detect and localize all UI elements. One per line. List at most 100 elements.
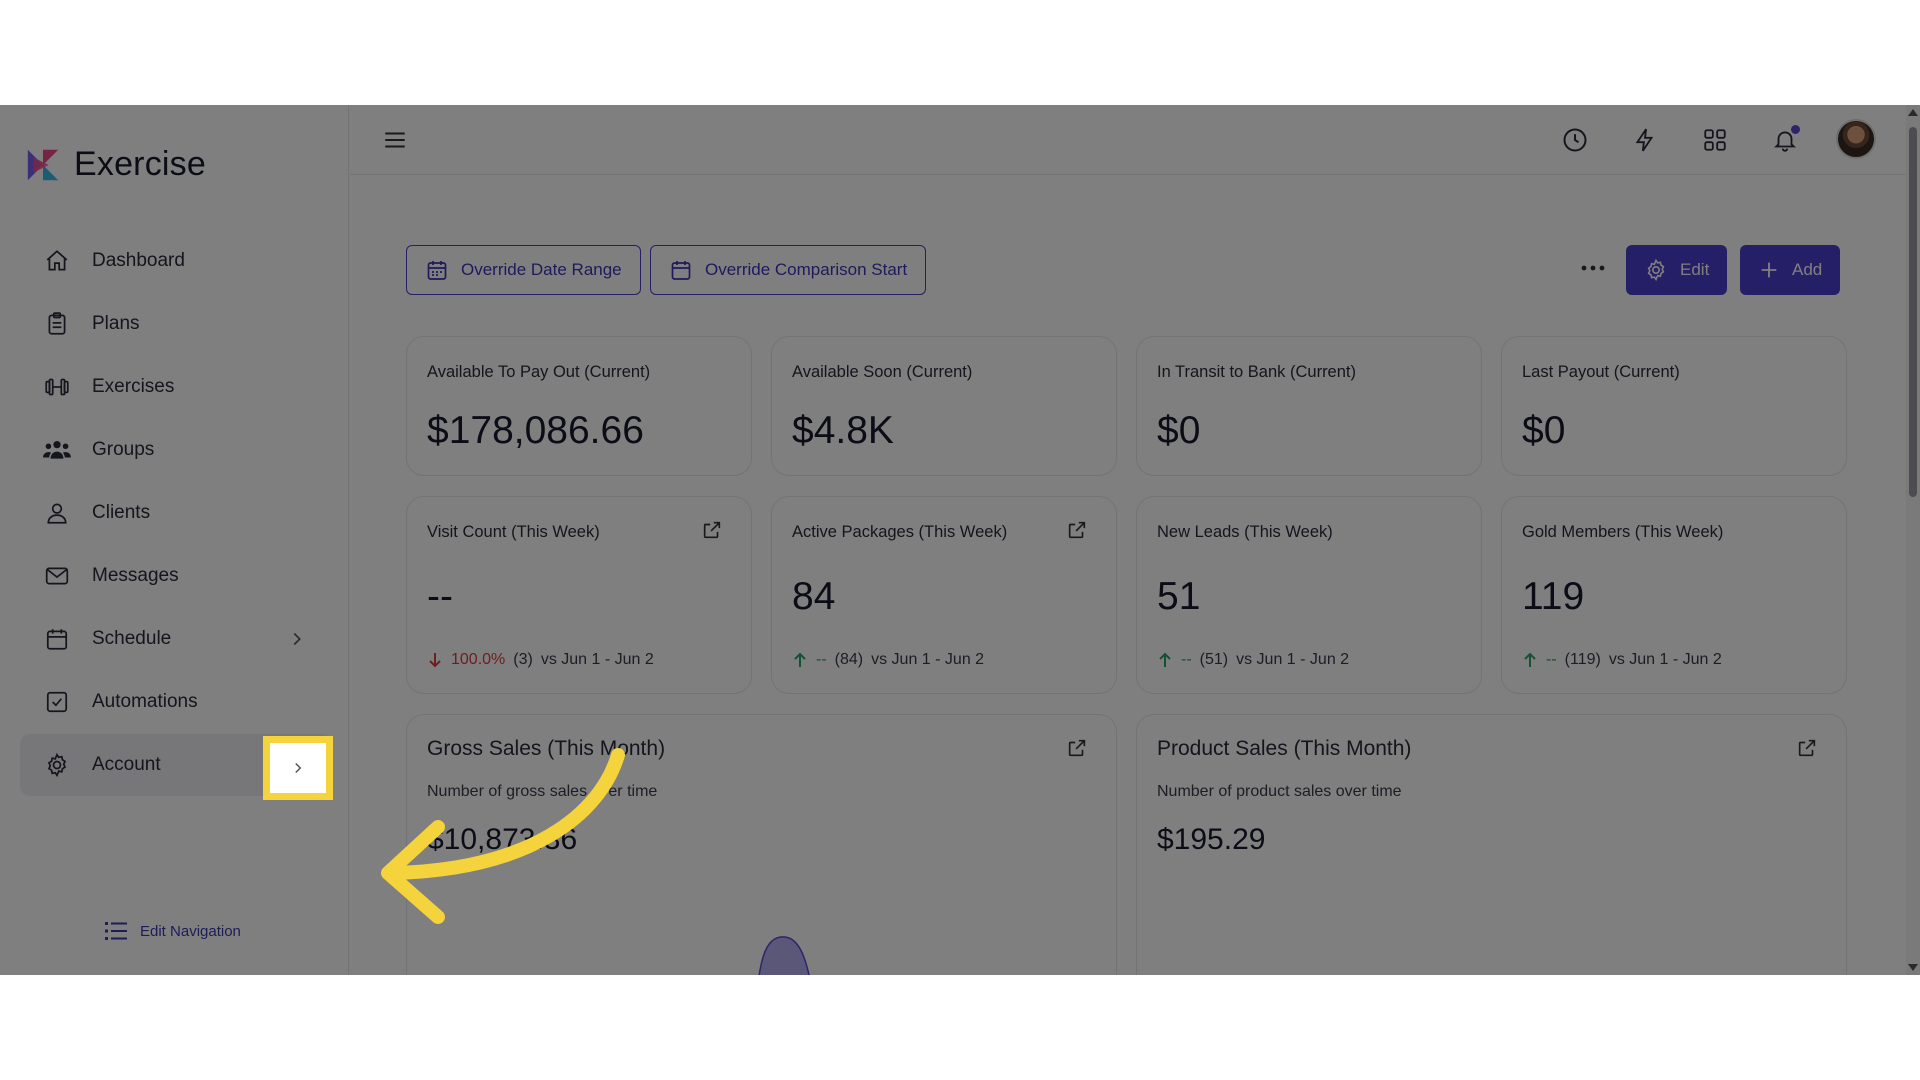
gear-icon — [1647, 258, 1665, 282]
sidebar-item-label: Account — [92, 754, 161, 775]
stat-card-last-payout[interactable]: Last Payout (Current) $0 — [1501, 336, 1847, 476]
home-icon — [42, 246, 72, 276]
check-square-icon — [42, 687, 72, 717]
override-comparison-start-label: Override Comparison Start — [705, 260, 908, 279]
gear-icon — [42, 750, 72, 780]
external-link-icon[interactable] — [1066, 737, 1088, 759]
app-logo[interactable]: Exercise — [24, 145, 206, 184]
scroll-down-arrow[interactable] — [1908, 964, 1918, 971]
top-bar — [350, 105, 1920, 175]
add-button[interactable]: Add — [1740, 245, 1841, 295]
sidebar-item-exercises[interactable]: Exercises — [20, 356, 332, 418]
arrow-down-icon — [429, 653, 441, 668]
user-icon — [42, 498, 72, 528]
apps-grid-icon[interactable] — [1700, 125, 1730, 155]
external-link-icon[interactable] — [1796, 737, 1818, 759]
lightning-icon[interactable] — [1630, 125, 1660, 155]
sidebar-item-label: Plans — [92, 313, 140, 334]
trend-previous: (84) — [834, 651, 864, 668]
chart-subtitle: Number of gross sales over time — [427, 783, 658, 800]
arrow-up-icon — [794, 652, 806, 667]
stat-card-value: $0 — [1522, 409, 1566, 452]
plus-icon — [1761, 262, 1777, 278]
trend-previous: (119) — [1564, 651, 1601, 668]
user-avatar[interactable] — [1836, 119, 1876, 159]
stat-card-available-to-pay-out[interactable]: Available To Pay Out (Current) $178,086.… — [406, 336, 752, 476]
sidebar-item-label: Messages — [92, 565, 179, 586]
chart-card-gross-sales[interactable]: Gross Sales (This Month) Number of gross… — [406, 714, 1117, 975]
more-options-icon[interactable] — [1580, 258, 1610, 282]
sidebar-item-schedule[interactable]: Schedule — [20, 608, 332, 670]
sidebar-item-groups[interactable]: Groups — [20, 419, 332, 481]
external-link-icon[interactable] — [701, 519, 723, 541]
trend-row: 100.0% (3) vs Jun 1 - Jun 2 — [427, 651, 654, 669]
external-link-icon[interactable] — [1066, 519, 1088, 541]
chevron-right-icon[interactable] — [286, 628, 308, 650]
notification-dot — [1791, 125, 1800, 134]
trend-previous: (3) — [513, 651, 533, 668]
stat-card-value: 119 — [1522, 575, 1585, 618]
sidebar-nav: Dashboard Plans Exercises Groups Clients… — [20, 230, 332, 797]
sidebar-item-clients[interactable]: Clients — [20, 482, 332, 544]
trend-row: -- (119) vs Jun 1 - Jun 2 — [1522, 651, 1722, 669]
stat-card-value: -- — [427, 575, 453, 618]
override-comparison-start-button[interactable]: Override Comparison Start — [650, 245, 927, 295]
edit-navigation-label: Edit Navigation — [140, 922, 241, 940]
trend-change: -- — [1546, 651, 1557, 668]
chart-value: $10,873.36 — [427, 823, 578, 856]
arrow-up-icon — [1159, 652, 1171, 667]
stat-card-value: 51 — [1157, 575, 1201, 618]
scroll-up-arrow[interactable] — [1908, 109, 1918, 116]
clock-icon[interactable] — [1560, 125, 1590, 155]
chart-subtitle: Number of product sales over time — [1157, 783, 1402, 800]
app-name: Exercise — [74, 145, 206, 183]
sidebar-item-label: Dashboard — [92, 250, 185, 271]
sidebar-item-label: Automations — [92, 691, 198, 712]
sidebar-item-messages[interactable]: Messages — [20, 545, 332, 607]
stat-card-title: Available To Pay Out (Current) — [427, 363, 651, 381]
vertical-scrollbar[interactable] — [1906, 105, 1920, 975]
trend-row: -- (51) vs Jun 1 - Jun 2 — [1157, 651, 1349, 669]
stat-card-title: Gold Members (This Week) — [1522, 523, 1724, 541]
bell-icon[interactable] — [1770, 125, 1800, 155]
scroll-thumb[interactable] — [1909, 127, 1917, 497]
chart-value: $195.29 — [1157, 823, 1266, 856]
sidebar-item-automations[interactable]: Automations — [20, 671, 332, 733]
menu-icon[interactable] — [382, 127, 408, 153]
calendar-icon — [427, 261, 447, 280]
stat-card-title: In Transit to Bank (Current) — [1157, 363, 1356, 381]
trend-change: -- — [1181, 651, 1192, 668]
stat-card-new-leads[interactable]: New Leads (This Week) 51 -- (51) vs Jun … — [1136, 496, 1482, 694]
account-expand-highlight[interactable] — [263, 736, 333, 800]
arrow-up-icon — [1524, 652, 1536, 667]
edit-button[interactable]: Edit — [1626, 245, 1728, 295]
stat-card-title: Last Payout (Current) — [1522, 363, 1680, 381]
stat-card-visit-count[interactable]: Visit Count (This Week) -- 100.0% (3) vs… — [406, 496, 752, 694]
sidebar: Exercise Dashboard Plans Exercises Group… — [0, 105, 349, 975]
dumbbell-icon — [42, 372, 72, 402]
stat-card-available-soon[interactable]: Available Soon (Current) $4.8K — [771, 336, 1117, 476]
stat-card-value: $4.8K — [792, 409, 894, 452]
product-sales-area-chart — [1137, 895, 1847, 975]
edit-navigation-link[interactable]: Edit Navigation — [104, 920, 241, 942]
calendar-icon — [671, 261, 691, 280]
stat-card-active-packages[interactable]: Active Packages (This Week) 84 -- (84) v… — [771, 496, 1117, 694]
stat-card-title: Active Packages (This Week) — [792, 523, 1008, 541]
chevron-right-icon — [295, 762, 302, 774]
stat-card-in-transit[interactable]: In Transit to Bank (Current) $0 — [1136, 336, 1482, 476]
stat-card-value: 84 — [792, 575, 836, 618]
sidebar-item-plans[interactable]: Plans — [20, 293, 332, 355]
override-date-range-button[interactable]: Override Date Range — [406, 245, 641, 295]
users-icon — [42, 435, 72, 465]
override-date-range-label: Override Date Range — [461, 260, 622, 279]
chart-title: Gross Sales (This Month) — [427, 737, 666, 760]
trend-compare: vs Jun 1 - Jun 2 — [1236, 651, 1350, 668]
sidebar-item-label: Exercises — [92, 376, 175, 397]
trend-change: -- — [816, 651, 827, 668]
chart-card-product-sales[interactable]: Product Sales (This Month) Number of pro… — [1136, 714, 1847, 975]
trend-compare: vs Jun 1 - Jun 2 — [1608, 651, 1722, 668]
stat-card-gold-members[interactable]: Gold Members (This Week) 119 -- (119) vs… — [1501, 496, 1847, 694]
sidebar-item-label: Groups — [92, 439, 155, 460]
sidebar-item-dashboard[interactable]: Dashboard — [20, 230, 332, 292]
trend-change: 100.0% — [451, 651, 506, 668]
